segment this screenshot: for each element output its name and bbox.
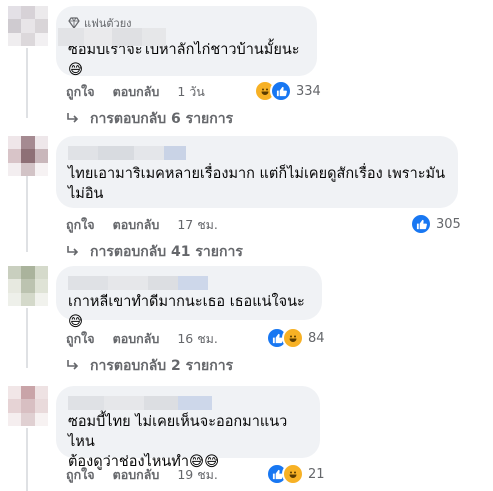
comment-actions: ถูกใจ ตอบกลับ 17 ชม. bbox=[66, 215, 218, 235]
like-link[interactable]: ถูกใจ bbox=[66, 215, 95, 235]
commenter-name-pixels[interactable] bbox=[58, 28, 166, 46]
commenter-name-pixels[interactable] bbox=[68, 146, 186, 160]
reply-link[interactable]: ตอบกลับ bbox=[113, 215, 160, 235]
thread-line bbox=[26, 308, 28, 368]
thread-line bbox=[26, 170, 28, 252]
comment-actions: ถูกใจ ตอบกลับ 16 ชม. bbox=[66, 329, 218, 349]
reply-arrow-icon bbox=[67, 360, 79, 370]
reply-link[interactable]: ตอบกลับ bbox=[113, 465, 160, 485]
avatar[interactable] bbox=[8, 6, 48, 46]
comment-bubble: เกาหลีเขาทำดีมากนะเธอ เธอแน่ใจนะ😅 bbox=[56, 266, 322, 330]
like-link[interactable]: ถูกใจ bbox=[66, 82, 95, 102]
reply-arrow-icon bbox=[67, 113, 79, 123]
view-replies-label: การตอบกลับ 2 รายการ bbox=[90, 358, 234, 374]
timestamp[interactable]: 19 ชม. bbox=[177, 465, 218, 485]
reaction-count: 21 bbox=[308, 466, 325, 482]
reply-link[interactable]: ตอบกลับ bbox=[113, 329, 160, 349]
timestamp[interactable]: 17 ชม. bbox=[177, 215, 218, 235]
view-replies-label: การตอบกลับ 41 รายการ bbox=[90, 244, 243, 260]
view-replies-label: การตอบกลับ 6 รายการ bbox=[90, 111, 234, 127]
reaction-count: 305 bbox=[436, 216, 461, 232]
view-replies-link[interactable]: การตอบกลับ 2 รายการ bbox=[66, 355, 233, 377]
commenter-name-pixels[interactable] bbox=[68, 276, 208, 290]
reaction-summary[interactable]: 305 bbox=[410, 213, 461, 235]
reply-arrow-icon bbox=[67, 246, 79, 256]
reaction-summary[interactable]: 21 bbox=[266, 463, 325, 485]
avatar[interactable] bbox=[8, 266, 48, 306]
thread-line bbox=[26, 428, 28, 491]
like-icon bbox=[410, 213, 432, 235]
avatar[interactable] bbox=[8, 136, 48, 176]
timestamp[interactable]: 16 ชม. bbox=[177, 329, 218, 349]
comment-actions: ถูกใจ ตอบกลับ 19 ชม. bbox=[66, 465, 218, 485]
haha-icon bbox=[282, 463, 304, 485]
reaction-summary[interactable]: 334 bbox=[254, 80, 321, 102]
timestamp[interactable]: 1 วัน bbox=[177, 82, 205, 102]
view-replies-link[interactable]: การตอบกลับ 41 รายการ bbox=[66, 241, 243, 263]
avatar[interactable] bbox=[8, 386, 48, 426]
comment-text: เกาหลีเขาทำดีมากนะเธอ เธอแน่ใจนะ😅 bbox=[68, 294, 305, 330]
like-link[interactable]: ถูกใจ bbox=[66, 465, 95, 485]
comment-text: ซอมบี้เราจะไปหาลักไก่ชาวบ้านมั้ยนะ😅 bbox=[68, 42, 300, 78]
reply-link[interactable]: ตอบกลับ bbox=[113, 82, 160, 102]
like-icon bbox=[270, 80, 292, 102]
reaction-count: 84 bbox=[308, 330, 325, 346]
like-link[interactable]: ถูกใจ bbox=[66, 329, 95, 349]
comment-actions: ถูกใจ ตอบกลับ 1 วัน bbox=[66, 82, 205, 102]
haha-icon bbox=[282, 327, 304, 349]
reaction-summary[interactable]: 84 bbox=[266, 327, 325, 349]
comment-text: ไทยเอามาริเมคหลายเรื่องมาก แต่ก็ไม่เคยดู… bbox=[68, 166, 445, 202]
thread-line bbox=[26, 48, 28, 118]
reaction-count: 334 bbox=[296, 83, 321, 99]
commenter-name-pixels[interactable] bbox=[68, 396, 212, 410]
view-replies-link[interactable]: การตอบกลับ 6 รายการ bbox=[66, 108, 233, 130]
